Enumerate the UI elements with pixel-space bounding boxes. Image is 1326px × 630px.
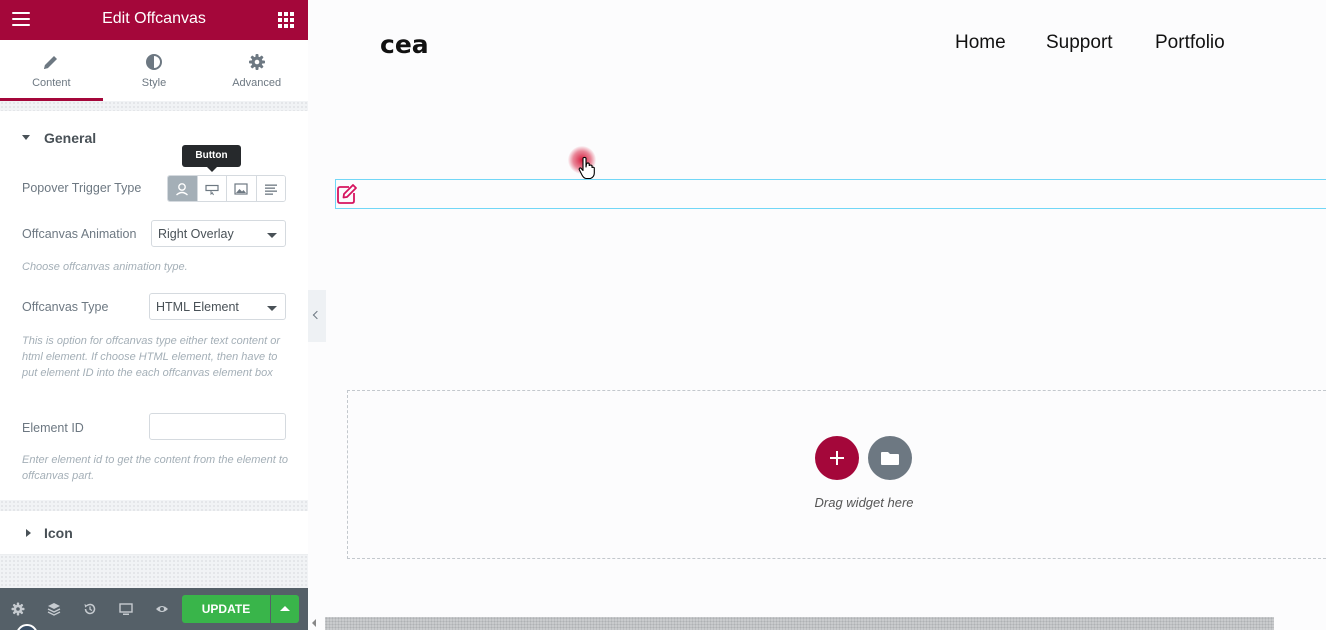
section-general-title: General bbox=[44, 130, 97, 146]
user-icon bbox=[176, 182, 189, 196]
gear-icon bbox=[248, 54, 265, 70]
element-id-help: Enter element id to get the content from… bbox=[22, 454, 288, 482]
panel-tabs: Content Style Advanced bbox=[0, 40, 308, 101]
update-button[interactable]: UPDATE bbox=[182, 595, 270, 623]
site-logo[interactable]: cea bbox=[380, 30, 429, 59]
text-align-icon bbox=[264, 184, 277, 195]
section-general-body bbox=[0, 156, 308, 500]
panel-collapse-handle[interactable] bbox=[308, 290, 326, 342]
tab-style-label: Style bbox=[141, 77, 167, 89]
nav-item-support[interactable]: Support bbox=[1046, 32, 1113, 54]
scroll-left-arrow-icon[interactable] bbox=[312, 619, 316, 627]
trigger-option-button[interactable] bbox=[197, 176, 227, 201]
update-options-button[interactable] bbox=[271, 595, 299, 623]
template-library-button[interactable] bbox=[868, 436, 912, 480]
section-icon-header[interactable]: Icon bbox=[0, 511, 308, 555]
half-circle-icon bbox=[146, 54, 162, 70]
trigger-option-image[interactable] bbox=[227, 176, 257, 201]
animation-select[interactable]: Right Overlay bbox=[151, 220, 286, 247]
animation-label: Offcanvas Animation bbox=[22, 227, 137, 241]
tab-content-label: Content bbox=[32, 77, 71, 89]
tab-advanced[interactable]: Advanced bbox=[205, 40, 308, 101]
responsive-icon[interactable] bbox=[119, 602, 133, 616]
type-value: HTML Element bbox=[156, 300, 239, 314]
tab-style[interactable]: Style bbox=[103, 40, 206, 101]
animation-value: Right Overlay bbox=[158, 227, 234, 241]
offcanvas-widget-outline[interactable] bbox=[335, 179, 1326, 209]
editor-panel: Edit Offcanvas Content Style Advanced Ge… bbox=[0, 0, 308, 630]
button-icon bbox=[205, 184, 219, 195]
type-select[interactable]: HTML Element bbox=[149, 293, 286, 320]
tooltip: Button bbox=[182, 145, 241, 172]
history-icon[interactable] bbox=[83, 602, 97, 616]
hand-cursor-icon bbox=[578, 156, 595, 180]
tab-advanced-label: Advanced bbox=[232, 77, 282, 89]
panel-gap bbox=[0, 500, 308, 511]
trigger-option-text[interactable] bbox=[256, 176, 285, 201]
type-label: Offcanvas Type bbox=[22, 300, 109, 314]
trigger-option-user[interactable] bbox=[168, 176, 198, 201]
caret-down-icon bbox=[22, 135, 30, 140]
caret-right-icon bbox=[26, 529, 31, 537]
element-id-input[interactable] bbox=[149, 413, 286, 440]
settings-icon[interactable] bbox=[11, 602, 25, 616]
elementor-editor: Edit Offcanvas Content Style Advanced Ge… bbox=[0, 0, 1326, 630]
nav-item-portfolio[interactable]: Portfolio bbox=[1155, 32, 1225, 54]
trigger-type-choices bbox=[167, 175, 286, 202]
pencil-icon bbox=[44, 56, 58, 69]
section-icon-title: Icon bbox=[44, 525, 73, 541]
add-section-button[interactable] bbox=[815, 436, 859, 480]
drop-zone-text: Drag widget here bbox=[814, 495, 914, 510]
panel-header: Edit Offcanvas bbox=[0, 0, 308, 40]
panel-gap bbox=[0, 555, 308, 588]
image-icon bbox=[234, 182, 248, 195]
dropdown-arrow-icon bbox=[267, 306, 277, 311]
trigger-type-label: Popover Trigger Type bbox=[22, 181, 142, 195]
layers-icon[interactable] bbox=[47, 602, 61, 616]
panel-gap bbox=[0, 101, 308, 111]
preview-eye-icon[interactable] bbox=[155, 602, 169, 616]
widgets-grid-icon[interactable] bbox=[278, 12, 294, 28]
tab-content[interactable]: Content bbox=[0, 40, 103, 101]
type-help: This is option for offcanvas type either… bbox=[22, 335, 281, 379]
folder-icon bbox=[881, 452, 899, 465]
animation-help: Choose offcanvas animation type. bbox=[22, 261, 188, 273]
horizontal-scrollbar[interactable] bbox=[325, 617, 1274, 630]
panel-title: Edit Offcanvas bbox=[102, 10, 206, 27]
edit-widget-icon[interactable] bbox=[335, 182, 359, 206]
dropdown-arrow-icon bbox=[267, 233, 277, 238]
nav-item-home[interactable]: Home bbox=[955, 32, 1006, 54]
element-id-label: Element ID bbox=[22, 421, 84, 435]
